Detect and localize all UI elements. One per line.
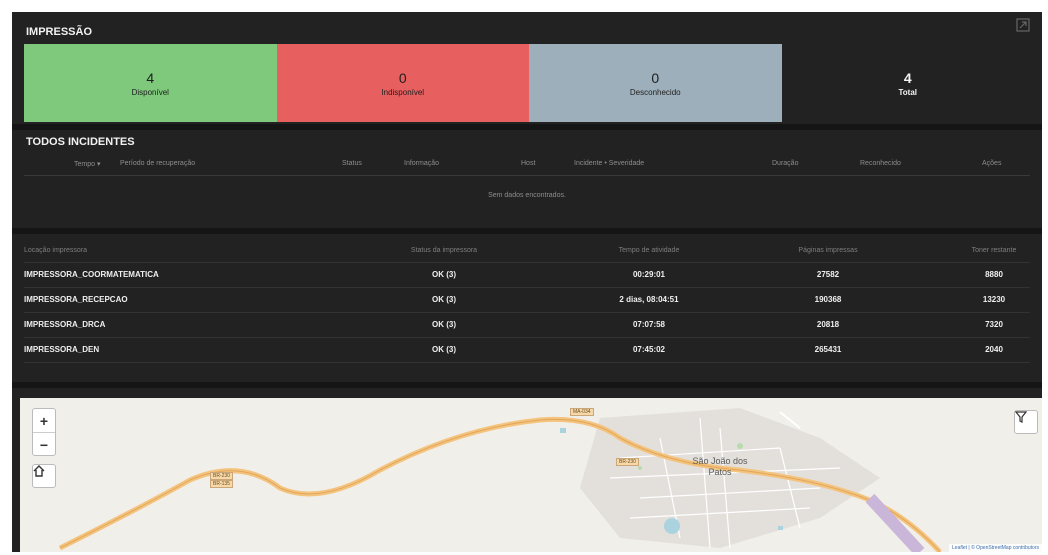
table-row[interactable]: IMPRESSORA_DEN OK (3) 07:45:02 265431 20… — [24, 338, 1030, 363]
stat-indisponivel[interactable]: 0 Indisponível — [276, 44, 529, 122]
road-badge: BR-230 — [210, 472, 233, 480]
col-tempo-atividade[interactable]: Tempo de atividade — [619, 247, 680, 254]
printer-status: OK (3) — [432, 295, 456, 304]
col-paginas[interactable]: Páginas impressas — [798, 247, 857, 254]
table-row[interactable]: IMPRESSORA_DRCA OK (3) 07:07:58 20818 73… — [24, 313, 1030, 338]
zoom-control: + − — [32, 408, 56, 456]
col-duracao[interactable]: Duração — [772, 160, 798, 167]
city-label: São João dos Patos — [692, 456, 748, 477]
incidentes-empty: Sem dados encontrados. — [488, 192, 566, 199]
printer-pages: 27582 — [816, 270, 840, 279]
col-acoes: Ações — [982, 160, 1002, 167]
printer-uptime: 07:07:58 — [632, 320, 666, 329]
table-header: Locação impressora Status da impressora … — [24, 238, 1030, 263]
home-icon — [33, 465, 45, 477]
printer-pages: 265431 — [814, 345, 842, 354]
col-locacao[interactable]: Locação impressora — [24, 247, 87, 254]
printer-name: IMPRESSORA_RECEPCAO — [24, 295, 128, 304]
col-incidente[interactable]: Incidente • Severidade — [574, 160, 644, 167]
divider — [12, 228, 1042, 234]
stat-label: Total — [898, 87, 917, 97]
col-toner[interactable]: Toner restante — [972, 247, 1017, 254]
filter-icon — [1015, 411, 1027, 423]
stat-label: Disponível — [131, 87, 169, 97]
filter-button[interactable] — [1014, 410, 1038, 434]
zoom-in-button[interactable]: + — [33, 409, 55, 433]
printer-toner: 13230 — [982, 295, 1006, 304]
printer-status: OK (3) — [432, 320, 456, 329]
col-tempo[interactable]: Tempo ▾ — [74, 160, 100, 168]
map[interactable]: BR-230 BR-135 MA-034 BR-230 São João dos… — [20, 398, 1042, 552]
printer-name: IMPRESSORA_COORMATEMATICA — [24, 270, 159, 279]
home-button[interactable] — [32, 464, 56, 488]
printer-uptime: 07:45:02 — [632, 345, 666, 354]
printer-uptime: 00:29:01 — [632, 270, 666, 279]
stat-label: Indisponível — [381, 87, 425, 97]
table-row[interactable]: IMPRESSORA_COORMATEMATICA OK (3) 00:29:0… — [24, 263, 1030, 288]
printer-toner: 8880 — [985, 270, 1003, 279]
printer-toner: 7320 — [985, 320, 1003, 329]
printer-status: OK (3) — [432, 345, 456, 354]
map-tiles — [20, 398, 1042, 552]
impressao-title: IMPRESSÃO — [26, 26, 93, 38]
road-badge: BR-230 — [616, 458, 639, 466]
zoom-out-button[interactable]: − — [33, 433, 55, 456]
stat-desconhecido[interactable]: 0 Desconhecido — [529, 44, 782, 122]
col-host[interactable]: Host — [521, 160, 535, 167]
stat-value: 4 — [146, 69, 155, 86]
col-status-impressora[interactable]: Status da impressora — [411, 247, 477, 254]
road-badge: BR-135 — [210, 480, 233, 488]
incidentes-header: Tempo ▾ Período de recuperação Status In… — [24, 156, 1034, 174]
road-badge: MA-034 — [570, 408, 594, 416]
divider — [12, 124, 1042, 130]
printer-status: OK (3) — [432, 270, 456, 279]
stat-disponivel[interactable]: 4 Disponível — [24, 44, 277, 122]
printer-name: IMPRESSORA_DRCA — [24, 320, 106, 329]
stat-value: 0 — [651, 69, 660, 86]
col-status[interactable]: Status — [342, 160, 362, 167]
col-informacao[interactable]: Informação — [404, 160, 439, 167]
stat-value: 4 — [903, 69, 912, 86]
fullscreen-icon[interactable] — [1016, 18, 1030, 32]
stat-label: Desconhecido — [629, 87, 681, 97]
incidentes-title: TODOS INCIDENTES — [26, 136, 135, 148]
printer-stats: 4 Disponível 0 Indisponível 0 Desconheci… — [24, 44, 1034, 122]
table-row[interactable]: IMPRESSORA_RECEPCAO OK (3) 2 dias, 08:04… — [24, 288, 1030, 313]
printer-uptime: 2 dias, 08:04:51 — [619, 295, 679, 304]
printer-table: Locação impressora Status da impressora … — [24, 238, 1030, 363]
dashboard: IMPRESSÃO 4 Disponível 0 Indisponível 0 … — [12, 12, 1042, 552]
stat-value: 0 — [398, 69, 407, 86]
stat-total[interactable]: 4 Total — [782, 44, 1035, 122]
printer-pages: 20818 — [816, 320, 840, 329]
printer-toner: 2040 — [985, 345, 1003, 354]
col-reconhecido[interactable]: Reconhecido — [860, 160, 901, 167]
divider — [12, 382, 1042, 388]
map-attribution[interactable]: Leaflet | © OpenStreetMap contributors — [949, 544, 1042, 552]
printer-pages: 190368 — [814, 295, 842, 304]
printer-name: IMPRESSORA_DEN — [24, 345, 100, 354]
col-periodo[interactable]: Período de recuperação — [120, 160, 195, 167]
table-divider — [24, 175, 1030, 176]
